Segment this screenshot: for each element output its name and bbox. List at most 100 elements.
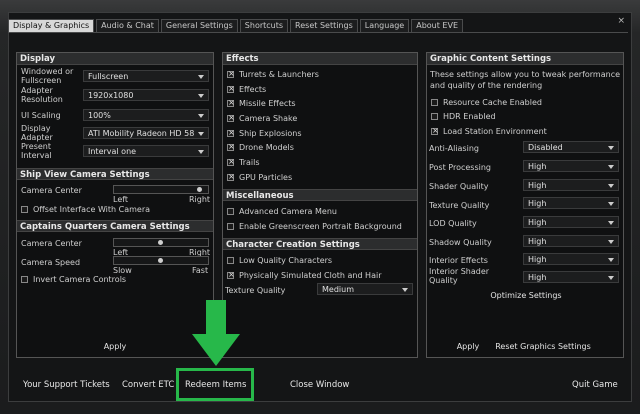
shadow-label: Shadow Quality — [429, 238, 492, 247]
slider-knob[interactable] — [197, 187, 202, 192]
invert-camera-row[interactable]: Invert Camera Controls — [21, 275, 126, 284]
checkbox[interactable] — [227, 98, 235, 107]
checkbox[interactable] — [227, 69, 235, 78]
checkbox[interactable] — [431, 99, 438, 106]
checkbox[interactable] — [227, 257, 234, 264]
resolution-label: Adapter Resolution — [21, 86, 63, 104]
graphic-content-panel: Graphic Content Settings These settings … — [426, 52, 624, 358]
tab-about-eve[interactable]: About EVE — [411, 19, 464, 32]
chevron-down-icon — [608, 276, 614, 280]
checkbox[interactable] — [227, 172, 235, 181]
aa-select[interactable]: Disabled — [523, 141, 619, 153]
adapter-label: Display Adapter — [21, 124, 53, 142]
cq-center-slider[interactable] — [113, 238, 209, 247]
checkbox[interactable] — [227, 142, 235, 151]
tab-language[interactable]: Language — [359, 19, 410, 32]
effect-ship-explosions[interactable]: Ship Explosions — [227, 128, 302, 138]
windowed-select[interactable]: Fullscreen — [83, 70, 209, 82]
interior-effects-select[interactable]: High — [523, 253, 619, 265]
bottom-bar: Your Support Tickets Convert ETC Redeem … — [8, 372, 632, 400]
checkbox[interactable] — [227, 113, 235, 122]
checkbox[interactable] — [21, 206, 28, 213]
checkbox[interactable] — [227, 208, 234, 215]
tab-reset-settings[interactable]: Reset Settings — [290, 19, 358, 32]
offset-interface-row[interactable]: Offset Interface With Camera — [21, 205, 150, 214]
cq-center-label: Camera Center — [21, 239, 82, 248]
adapter-select[interactable]: ATI Mobility Radeon HD 58 — [83, 127, 209, 139]
resource-cache-row[interactable]: Resource Cache Enabled — [431, 98, 542, 107]
effect-camera-shake[interactable]: Camera Shake — [227, 113, 297, 123]
tab-display-graphics[interactable]: Display & Graphics — [8, 19, 95, 32]
effect-turrets[interactable]: Turrets & Launchers — [227, 69, 319, 79]
chevron-down-icon — [198, 94, 204, 98]
slider-knob[interactable] — [158, 258, 163, 263]
checkbox[interactable] — [227, 270, 235, 279]
checkbox[interactable] — [227, 223, 234, 230]
reset-graphics-button[interactable]: Reset Graphics Settings — [491, 341, 595, 353]
misc-greenscreen[interactable]: Enable Greenscreen Portrait Background — [227, 222, 402, 231]
support-tickets-button[interactable]: Your Support Tickets — [23, 380, 110, 390]
checkbox[interactable] — [431, 113, 438, 120]
effect-effects[interactable]: Effects — [227, 84, 266, 94]
effect-drone-models[interactable]: Drone Models — [227, 142, 294, 152]
apply-graphics-button[interactable]: Apply — [451, 341, 485, 353]
effect-trails[interactable]: Trails — [227, 157, 260, 167]
ship-center-slider[interactable] — [113, 185, 209, 194]
cq-speed-slider[interactable] — [113, 256, 209, 265]
checkbox[interactable] — [21, 276, 28, 283]
interior-shader-select[interactable]: High — [523, 271, 619, 283]
checkbox[interactable] — [431, 126, 439, 135]
cq-slow-label: Slow — [113, 266, 132, 275]
ui-scaling-select[interactable]: 100% — [83, 109, 209, 121]
present-select[interactable]: Interval one — [83, 145, 209, 157]
ship-left-label: Left — [113, 195, 129, 204]
close-icon[interactable]: × — [617, 16, 625, 26]
effect-gpu-particles[interactable]: GPU Particles — [227, 172, 292, 182]
aa-label: Anti-Aliasing — [429, 144, 479, 153]
quit-game-button[interactable]: Quit Game — [572, 380, 618, 390]
tab-audio-chat[interactable]: Audio & Chat — [96, 19, 159, 32]
load-station-row[interactable]: Load Station Environment — [431, 126, 547, 136]
arrow-shape — [192, 300, 240, 366]
texture-label: Texture Quality — [429, 201, 490, 210]
interior-shader-label: Interior Shader Quality — [429, 267, 490, 285]
pp-select[interactable]: High — [523, 160, 619, 172]
misc-advanced-camera[interactable]: Advanced Camera Menu — [227, 207, 337, 216]
lod-select[interactable]: High — [523, 216, 619, 228]
shader-label: Shader Quality — [429, 182, 489, 191]
char-cloth-hair[interactable]: Physically Simulated Cloth and Hair — [227, 270, 382, 280]
close-window-button[interactable]: Close Window — [290, 380, 349, 390]
down-arrow-icon — [190, 300, 242, 368]
interior-effects-label: Interior Effects — [429, 256, 488, 265]
convert-etc-button[interactable]: Convert ETC — [122, 380, 174, 390]
shadow-select[interactable]: High — [523, 235, 619, 247]
shader-select[interactable]: High — [523, 179, 619, 191]
cq-fast-label: Fast — [192, 266, 209, 275]
slider-knob[interactable] — [158, 240, 163, 245]
captains-title: Captains Quarters Camera Settings — [17, 220, 213, 232]
checkbox[interactable] — [227, 128, 235, 137]
ui-scaling-label: UI Scaling — [21, 111, 61, 120]
display-title: Display — [17, 53, 213, 65]
texture-quality-select[interactable]: Medium — [317, 283, 413, 295]
char-low-quality[interactable]: Low Quality Characters — [227, 256, 332, 265]
hdr-row[interactable]: HDR Enabled — [431, 112, 496, 121]
chevron-down-icon — [608, 258, 614, 262]
graphic-title: Graphic Content Settings — [427, 53, 623, 65]
highlight-box — [176, 368, 254, 401]
chevron-down-icon — [608, 221, 614, 225]
effect-missile[interactable]: Missile Effects — [227, 98, 296, 108]
checkbox[interactable] — [227, 157, 235, 166]
display-panel: Display Windowed or Fullscreen Fullscree… — [16, 52, 214, 358]
texture-select[interactable]: High — [523, 197, 619, 209]
chevron-down-icon — [198, 150, 204, 154]
optimize-settings-button[interactable]: Optimize Settings — [483, 290, 569, 302]
resolution-select[interactable]: 1920x1080 — [83, 89, 209, 101]
effects-title: Effects — [223, 53, 417, 65]
tab-general-settings[interactable]: General Settings — [160, 19, 238, 32]
checkbox[interactable] — [227, 84, 235, 93]
chevron-down-icon — [608, 240, 614, 244]
tab-shortcuts[interactable]: Shortcuts — [239, 19, 289, 32]
chevron-down-icon — [608, 184, 614, 188]
apply-left-button[interactable]: Apply — [97, 341, 133, 353]
